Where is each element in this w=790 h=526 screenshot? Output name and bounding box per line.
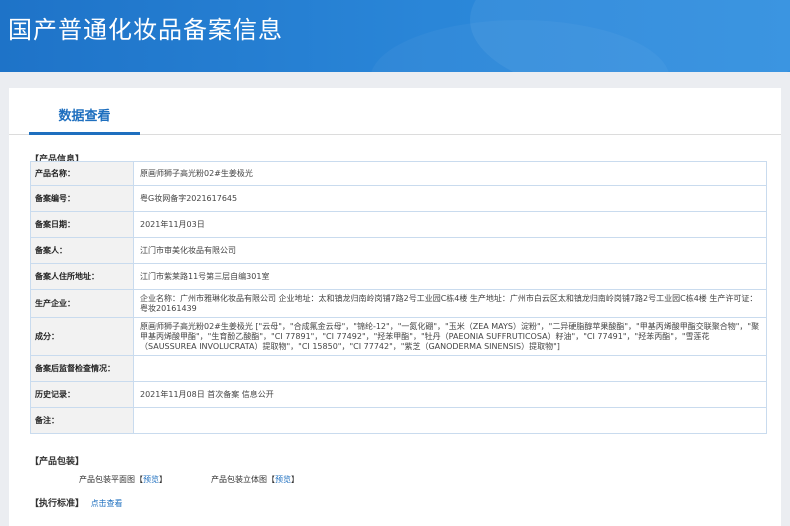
field-label: 产品名称： xyxy=(30,161,134,186)
page-title: 国产普通化妆品备案信息 xyxy=(8,16,283,44)
table-row: 产品名称： 原画师狮子高光粉02#生姜极光 xyxy=(30,161,767,186)
field-label: 成分： xyxy=(30,317,134,356)
table-row: 备注： xyxy=(30,407,767,434)
field-label: 备案人： xyxy=(30,237,134,264)
content-card: 数据查看 【产品信息】 产品名称： 原画师狮子高光粉02#生姜极光 备案编号： … xyxy=(9,88,781,526)
field-value: 2021年11月08日 首次备案 信息公开 xyxy=(133,381,767,408)
bracket-open: 【 xyxy=(267,475,275,484)
standard-row: 【执行标准】 点击查看 xyxy=(30,496,123,509)
standard-label: 【执行标准】 xyxy=(30,499,85,509)
table-row: 备案后监督检查情况： xyxy=(30,355,767,382)
packaging-3d-label: 产品包装立体图 xyxy=(211,475,267,484)
preview-link[interactable]: 预览 xyxy=(275,475,291,484)
field-value: 企业名称：广州市雅琳化妆品有限公司 企业地址：太和镇龙归南岭岗铺7路2号工业园C… xyxy=(133,289,767,318)
field-label: 生产企业： xyxy=(30,289,134,318)
table-row: 历史记录： 2021年11月08日 首次备案 信息公开 xyxy=(30,381,767,408)
field-label: 历史记录： xyxy=(30,381,134,408)
field-label: 备案日期： xyxy=(30,211,134,238)
field-value: 2021年11月03日 xyxy=(133,211,767,238)
table-row: 备案日期： 2021年11月03日 xyxy=(30,211,767,238)
bracket-open: 【 xyxy=(135,475,143,484)
field-label: 备案后监督检查情况： xyxy=(30,355,134,382)
bracket-close: 】 xyxy=(291,475,299,484)
field-label: 备案人住所地址： xyxy=(30,263,134,290)
field-label: 备注： xyxy=(30,407,134,434)
table-row: 备案人： 江门市审美化妆品有限公司 xyxy=(30,237,767,264)
packaging-plan-label: 产品包装平面图 xyxy=(79,475,135,484)
packaging-label: 【产品包装】 xyxy=(30,457,85,467)
preview-link[interactable]: 预览 xyxy=(143,475,159,484)
table-row: 备案人住所地址： 江门市紫莱路11号第三层自编301室 xyxy=(30,263,767,290)
field-value: 原画师狮子高光粉02#生姜极光 ["云母"，"合成氟金云母"，"锦纶-12"，"… xyxy=(133,317,767,356)
product-info-table: 产品名称： 原画师狮子高光粉02#生姜极光 备案编号： 粤G妆网备字202161… xyxy=(30,161,767,434)
field-value xyxy=(133,407,767,434)
view-standard-link[interactable]: 点击查看 xyxy=(91,499,123,508)
packaging-3d-item: 产品包装立体图【预览】 xyxy=(211,474,299,485)
field-value xyxy=(133,355,767,382)
field-label: 备案编号： xyxy=(30,185,134,212)
field-value: 粤G妆网备字2021617645 xyxy=(133,185,767,212)
header-banner: 国产普通化妆品备案信息 xyxy=(0,0,790,72)
bracket-close: 】 xyxy=(159,475,167,484)
table-row: 成分： 原画师狮子高光粉02#生姜极光 ["云母"，"合成氟金云母"，"锦纶-1… xyxy=(30,317,767,356)
field-value: 江门市紫莱路11号第三层自编301室 xyxy=(133,263,767,290)
field-value: 江门市审美化妆品有限公司 xyxy=(133,237,767,264)
tab-data-view[interactable]: 数据查看 xyxy=(29,105,140,135)
packaging-plan-item: 产品包装平面图【预览】 xyxy=(79,474,167,485)
tab-bar: 数据查看 xyxy=(9,88,781,135)
field-value: 原画师狮子高光粉02#生姜极光 xyxy=(133,161,767,186)
table-row: 备案编号： 粤G妆网备字2021617645 xyxy=(30,185,767,212)
table-row: 生产企业： 企业名称：广州市雅琳化妆品有限公司 企业地址：太和镇龙归南岭岗铺7路… xyxy=(30,289,767,318)
